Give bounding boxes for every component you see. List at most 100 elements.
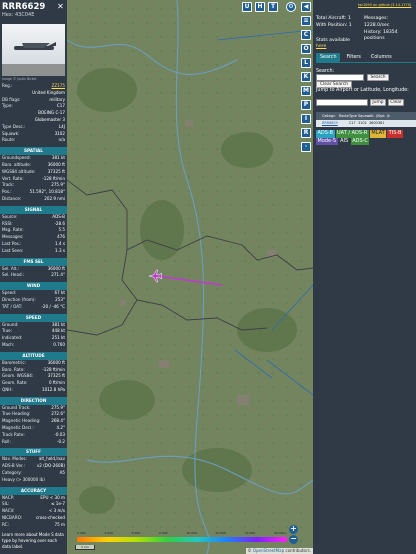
- colorbar-label: 40 000+: [273, 531, 287, 535]
- data-row: Ground: 381 kt: [0, 322, 67, 329]
- map-button-o[interactable]: O: [301, 44, 311, 54]
- data-label: Magnetic Heading:: [2, 418, 41, 424]
- legend-mlat[interactable]: MLAT: [369, 130, 387, 138]
- map-button-t[interactable]: T: [268, 2, 278, 12]
- aircraft-photo[interactable]: [2, 24, 65, 76]
- layers-icon[interactable]: ≡: [301, 16, 311, 26]
- col-header-route[interactable]: Route: [339, 112, 349, 120]
- map-button-l[interactable]: L: [301, 58, 311, 68]
- data-value: 67 kt: [54, 290, 66, 296]
- messages-label: Messages:: [364, 16, 389, 21]
- data-row: Heavy (> 300000 lb): [0, 477, 67, 484]
- zoom-out-button[interactable]: −: [289, 535, 298, 544]
- photo-caption: Image © Justin Bickel: [2, 77, 37, 81]
- tab-underline: [316, 62, 416, 63]
- section-header: FMS SEL: [0, 257, 67, 266]
- map-button-p[interactable]: P: [301, 100, 311, 110]
- data-row: NACP: EPU < 30 m: [0, 495, 67, 502]
- tab-search[interactable]: Search: [316, 53, 341, 62]
- aircraft-table: Callsign Route Type Squawk Alt. (ft) Spd…: [316, 112, 416, 127]
- osm-link[interactable]: OpenStreetMap: [253, 548, 284, 553]
- version-link[interactable]: tar1090 on github (3.14.1770): [358, 3, 411, 7]
- info-row: Type Desc.: L4J: [0, 124, 67, 131]
- hex-label: Hex:: [2, 12, 14, 18]
- legend-modes[interactable]: Mode-S: [316, 137, 338, 146]
- clear-search-button[interactable]: Clear Search: [316, 81, 352, 88]
- settings-gear-icon[interactable]: ⚙: [286, 2, 296, 12]
- data-label: Direction (from):: [2, 296, 36, 302]
- cell-callsign[interactable]: RRR6629: [322, 120, 339, 127]
- col-header-callsign[interactable]: Callsign: [322, 112, 339, 120]
- map-button-m[interactable]: M: [301, 86, 311, 96]
- data-row: Magnetic Heading: 268.4°: [0, 418, 67, 425]
- data-row: Roll: -0.2: [0, 439, 67, 446]
- legend-adsb[interactable]: ADS-B: [316, 130, 335, 138]
- detail-sections: SPATIAL Groundspeed: 381 kt Baro. altitude:…: [0, 147, 67, 528]
- stats-left: Total Aircraft: 1 With Position: 1: [316, 16, 362, 30]
- data-label: Indicated:: [2, 335, 23, 341]
- map-button-extra[interactable]: ·: [301, 142, 311, 152]
- data-row: True: 448 kt: [0, 328, 67, 335]
- clear-button[interactable]: Clear: [388, 99, 404, 106]
- search-button[interactable]: Search: [367, 74, 389, 81]
- map-button-i[interactable]: I: [301, 114, 311, 124]
- data-value: 4.2°: [56, 425, 65, 431]
- data-row: Category: A5: [0, 470, 67, 477]
- col-header-squawk[interactable]: Squawk: [358, 112, 369, 120]
- info-value: United Kingdom: [32, 89, 65, 95]
- legend-uat[interactable]: UAT / ADS-R: [335, 130, 369, 138]
- data-row: Track Rate: -0.03: [0, 432, 67, 439]
- data-value: 5.5: [58, 227, 65, 233]
- collapse-sidebar-button[interactable]: ◀: [301, 2, 311, 12]
- stats-available-label: Stats available: [316, 38, 350, 43]
- col-header-altitude[interactable]: Alt. (ft): [369, 112, 378, 120]
- map-button-h[interactable]: H: [255, 2, 265, 12]
- map-button-u[interactable]: U: [242, 2, 252, 12]
- search-input[interactable]: [316, 74, 364, 81]
- section-direction: DIRECTION Ground Track: 275.9° True Heading…: [0, 396, 67, 446]
- aircraft-hex: Hex: 43C04E: [2, 12, 65, 18]
- section-header: STUFF: [0, 448, 67, 457]
- jump-button[interactable]: Jump: [370, 99, 386, 106]
- stats-available: Stats available here: [316, 38, 350, 49]
- data-row: True Heading: 272.6°: [0, 411, 67, 418]
- info-row: Reg.: ZZ175: [0, 83, 67, 90]
- stats-here-link[interactable]: here: [316, 44, 326, 49]
- data-label: Baro. Rate:: [2, 366, 25, 372]
- data-value: -0.03: [54, 431, 65, 437]
- registration-link[interactable]: ZZ175: [52, 83, 65, 90]
- data-label: Msg. Rate:: [2, 227, 24, 233]
- data-label: Sel. Head.:: [2, 272, 25, 278]
- tab-filters[interactable]: Filters: [342, 53, 364, 62]
- col-header-speed[interactable]: Spd. (kt): [378, 112, 390, 120]
- info-value: L4J: [58, 123, 65, 129]
- data-label: TAT / OAT:: [2, 303, 23, 309]
- data-value: 271.4°: [51, 272, 65, 278]
- data-value: 275.9°: [51, 182, 65, 188]
- map-canvas[interactable]: [67, 0, 313, 554]
- with-position-value: 1: [348, 22, 352, 28]
- map-button-r[interactable]: R: [301, 128, 311, 138]
- history-label: History:: [364, 29, 382, 35]
- table-header: Callsign Route Type Squawk Alt. (ft) Spd…: [316, 112, 416, 120]
- jump-input[interactable]: [316, 99, 368, 106]
- data-row: Msg. Rate: 5.5: [0, 227, 67, 234]
- with-position: With Position: 1: [316, 23, 362, 30]
- legend-ais[interactable]: AIS: [339, 138, 350, 146]
- tab-columns[interactable]: Columns: [367, 53, 396, 62]
- altitude-colorbar: [77, 537, 287, 542]
- zoom-in-button[interactable]: +: [289, 525, 298, 534]
- map-button-k[interactable]: K: [301, 72, 311, 82]
- data-row: NACV: < 3 m/s: [0, 508, 67, 515]
- legend-adsc[interactable]: ADS-C: [350, 137, 370, 146]
- attribution-suffix: contributors.: [284, 548, 311, 553]
- map-view[interactable]: U H T ⚙ ◀ ≡ C O L K M P I R · + − 2 000 …: [67, 0, 313, 554]
- legend-tisb[interactable]: TIS-B: [387, 130, 403, 138]
- info-row: Type: C17: [0, 103, 67, 110]
- col-header-type[interactable]: Type: [349, 112, 358, 120]
- data-value: 251 kt: [51, 335, 65, 341]
- photo-ground: [2, 64, 65, 76]
- map-button-c[interactable]: C: [301, 30, 311, 40]
- table-row[interactable]: RRR6629 C17 3102 36000 381: [316, 120, 416, 127]
- close-panel-button[interactable]: ✕: [56, 2, 65, 11]
